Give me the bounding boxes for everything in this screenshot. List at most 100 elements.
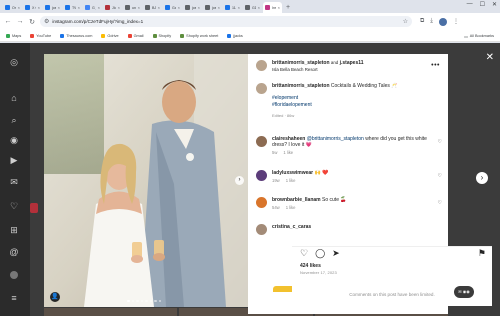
bookmark-item[interactable]: jjacks [227,33,243,38]
messages-icon[interactable]: ✉ [9,177,19,187]
hashtag-link[interactable]: #floridaelopement [272,102,398,108]
bookmark-label: Gdrive [107,33,119,38]
reels-icon[interactable]: ▶ [9,155,19,165]
post-location[interactable]: Isla Bella Beach Resort [272,67,364,72]
bookmark-item[interactable]: Gmail [127,33,144,38]
profile-avatar[interactable] [438,17,447,26]
browser-tab[interactable]: X Goo× [23,2,42,13]
commenter-avatar[interactable] [256,197,267,208]
browser-tab[interactable]: Onvuri× [3,2,22,13]
tab-close-icon[interactable]: × [58,5,60,10]
caption-avatar[interactable] [256,83,267,94]
tab-close-icon[interactable]: × [178,5,180,10]
tab-close-icon[interactable]: × [78,5,80,10]
commenter-username[interactable]: cristina_c_caras [272,224,311,230]
browser-tab[interactable]: joshus× [203,2,222,13]
browser-tab[interactable]: TWKY× [63,2,82,13]
browser-tab[interactable]: untitlo× [123,2,142,13]
save-icon[interactable]: ⚑ [478,248,486,259]
more-menu-icon[interactable]: ≡ [9,293,19,303]
bookmark-item[interactable]: Shopify work sheet [180,33,218,38]
commenter-username[interactable]: ladyluxswimwear [272,170,313,176]
commenter-avatar[interactable] [256,224,267,235]
browser-tab[interactable]: G joshu× [83,2,102,13]
new-tab-icon[interactable]: + [283,2,293,13]
notifications-icon[interactable]: ♡ [9,201,19,211]
extensions-icon[interactable]: ⧉ [420,18,424,25]
commenter-username[interactable]: brownbarbie_llanam [272,197,321,203]
instagram-logo-icon[interactable]: ◎ [9,57,19,67]
address-bar[interactable]: ⚙ instagram.com/p/CzeTdFujHy/?img_index=… [40,16,412,27]
coauthor-username[interactable]: j.stapes11 [340,60,364,66]
tab-close-icon[interactable]: × [98,5,100,10]
create-icon[interactable]: ⊞ [9,225,19,235]
like-comment-icon[interactable]: ♡ [438,139,442,145]
browser-tab[interactable]: BJBSM× [143,2,162,13]
explore-icon[interactable]: ◉ [9,135,19,145]
bookmark-item[interactable]: Thesaurus.com [60,33,92,38]
bookmark-item[interactable]: Gdrive [101,33,119,38]
close-modal-icon[interactable]: ✕ [486,52,494,63]
site-info-icon[interactable]: ⚙ [44,18,49,25]
browser-tab[interactable]: Ins× [263,2,282,13]
like-icon[interactable]: ♡ [300,248,308,259]
close-window-icon[interactable]: ✕ [492,1,497,8]
tagged-people-icon[interactable]: 👤 [50,292,60,302]
bookmark-star-icon[interactable]: ☆ [403,18,408,25]
share-icon[interactable]: ➤ [332,248,340,259]
next-photo-icon[interactable]: › [235,176,244,185]
tab-close-icon[interactable]: × [278,5,280,10]
comment-icon[interactable]: ◯ [315,248,325,259]
messages-float-button[interactable]: ✉ ◉◉ [454,286,474,298]
browser-tab[interactable]: Jlodbur× [103,2,122,13]
bookmark-item[interactable]: YouTube [30,33,51,38]
tab-close-icon[interactable]: × [238,5,240,10]
wedding-photo-image [44,54,248,307]
menu-icon[interactable]: ⋮ [453,18,459,25]
tab-close-icon[interactable]: × [258,5,260,10]
tab-close-icon[interactable]: × [38,5,40,10]
back-icon[interactable]: ← [4,18,12,25]
caption-username[interactable]: brittanimorris_stapleton [272,83,330,89]
forward-icon[interactable]: → [16,18,24,25]
post-photo[interactable]: › 👤 [44,54,248,307]
like-comment-icon[interactable]: ♡ [438,200,442,206]
bookmark-item[interactable]: Maps [6,33,21,38]
author-avatar[interactable] [256,60,267,71]
tab-close-icon[interactable]: × [158,5,160,10]
all-bookmarks-button[interactable]: ▭ All Bookmarks [464,30,494,42]
commenter-avatar[interactable] [256,136,267,147]
next-post-icon[interactable]: › [476,172,488,184]
likes-count[interactable]: 424 likes [300,263,321,269]
comment-likes[interactable]: 1 like [283,150,293,155]
reload-icon[interactable]: ↻ [28,18,36,26]
download-icon[interactable]: ⤓ [430,18,433,25]
threads-icon[interactable]: @ [9,247,19,257]
hashtag-link[interactable]: #elopement [272,95,398,101]
search-icon[interactable]: ⌕ [9,115,19,125]
profile-avatar-sidebar[interactable] [10,271,18,279]
minimize-icon[interactable]: — [467,1,473,8]
bookmark-label: Shopify [158,33,172,38]
maximize-icon[interactable]: ☐ [480,1,485,8]
browser-tab[interactable]: GDPR× [243,2,262,13]
commenter-avatar[interactable] [256,170,267,181]
browser-tab[interactable]: 11Ahru× [223,2,242,13]
tab-close-icon[interactable]: × [218,5,220,10]
comment-mention[interactable]: @brittanimorris_stapleton [307,136,364,142]
tab-close-icon[interactable]: × [198,5,200,10]
tab-close-icon[interactable]: × [18,5,20,10]
bookmark-item[interactable]: Shopify [152,33,172,38]
home-icon[interactable]: ⌂ [9,93,19,103]
tab-close-icon[interactable]: × [138,5,140,10]
browser-tab[interactable]: joshus× [43,2,62,13]
tab-close-icon[interactable]: × [118,5,120,10]
browser-tab[interactable]: GaFn× [163,2,182,13]
like-comment-icon[interactable]: ♡ [438,173,442,179]
browser-tab[interactable]: joshus× [183,2,202,13]
comment-likes[interactable]: 1 like [286,205,296,210]
more-options-icon[interactable]: ••• [431,62,440,69]
author-username[interactable]: brittanimorris_stapleton [272,60,330,66]
comment-likes[interactable]: 1 like [286,178,296,183]
tab-label: GDPR [252,5,256,10]
